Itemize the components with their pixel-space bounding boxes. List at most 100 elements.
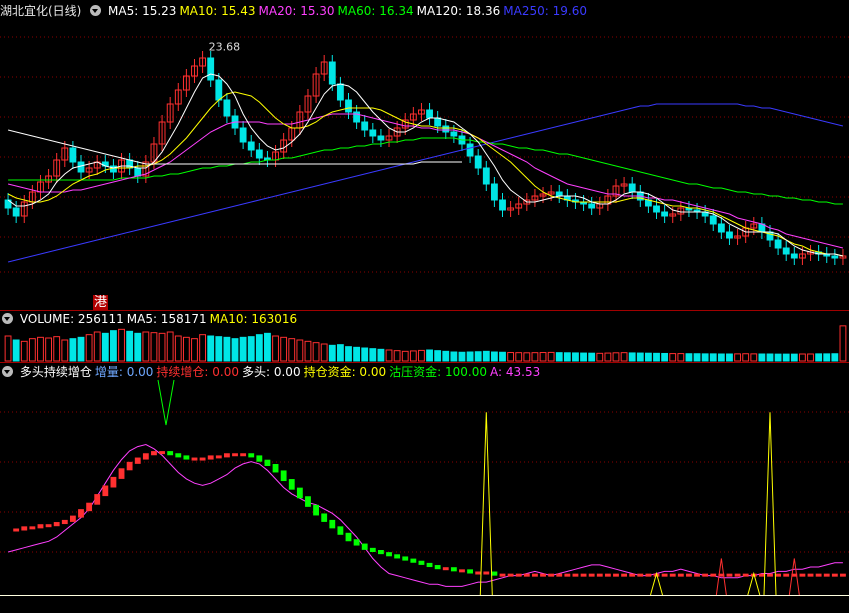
stock-name[interactable]: 湖北宜化(日线) bbox=[0, 4, 81, 18]
indicator-label-4: 持仓资金: 0.00 bbox=[303, 365, 387, 379]
candle-body bbox=[12, 207, 20, 217]
candle-body bbox=[434, 117, 442, 127]
candle-body bbox=[345, 99, 352, 113]
indicator-bar bbox=[831, 573, 838, 577]
volume-bar bbox=[636, 352, 644, 362]
indicator-header: 多头持续增仓 增量: 0.00 持续增仓: 0.00 多头: 0.00 持仓资金: 0.… bbox=[0, 364, 546, 380]
indicator-bar bbox=[215, 455, 222, 459]
indicator-bar bbox=[669, 573, 676, 577]
volume-bar bbox=[182, 336, 190, 362]
candle-body bbox=[134, 167, 142, 177]
volume-bar bbox=[369, 348, 377, 362]
volume-bar bbox=[426, 349, 433, 362]
dropdown-icon[interactable] bbox=[2, 313, 13, 324]
indicator-bar bbox=[37, 524, 44, 529]
signal-spike-red bbox=[788, 558, 800, 596]
dropdown-icon[interactable] bbox=[2, 366, 13, 377]
volume-bar bbox=[85, 334, 93, 362]
volume-bar bbox=[499, 351, 506, 362]
indicator-bar bbox=[329, 519, 336, 529]
indicator-bar bbox=[677, 573, 684, 577]
signal-spike-yellow bbox=[650, 571, 663, 596]
volume-bar bbox=[247, 336, 255, 362]
indicator-bar bbox=[159, 451, 165, 455]
indicator-bar bbox=[183, 455, 190, 460]
indicator-bar bbox=[442, 567, 449, 571]
indicator-bar bbox=[240, 453, 247, 457]
candle-body bbox=[426, 109, 433, 119]
indicator-bar bbox=[134, 457, 141, 464]
indicator-bar bbox=[94, 494, 101, 505]
indicator-bar bbox=[532, 573, 538, 577]
volume-bar bbox=[320, 343, 328, 362]
volume-bar bbox=[588, 352, 596, 362]
volume-bar bbox=[466, 351, 474, 362]
indicator-bar bbox=[61, 519, 68, 525]
ma-label-4: MA120: 18.36 bbox=[416, 4, 501, 18]
indicator-label-0: 多头持续增仓 bbox=[19, 365, 92, 379]
volume-bar bbox=[296, 339, 304, 362]
indicator-bar bbox=[515, 573, 522, 577]
indicator-bar bbox=[175, 453, 182, 458]
volume-label-2: MA10: 163016 bbox=[209, 312, 298, 326]
indicator-bar bbox=[767, 573, 773, 577]
ma60-line bbox=[8, 137, 843, 205]
candle-body bbox=[255, 149, 263, 159]
signal-spike-yellow bbox=[763, 412, 777, 596]
ma-label-5: MA250: 19.60 bbox=[503, 4, 587, 18]
candle-body bbox=[239, 127, 247, 143]
candle-body bbox=[466, 143, 474, 157]
indicator-label-1: 增量: 0.00 bbox=[94, 365, 154, 379]
indicator-bar bbox=[613, 573, 619, 577]
volume-bar bbox=[37, 336, 44, 362]
dropdown-icon[interactable] bbox=[90, 5, 102, 16]
volume-bar bbox=[12, 339, 20, 362]
candle-body bbox=[588, 203, 596, 209]
candle-body bbox=[499, 199, 506, 211]
volume-bar bbox=[653, 352, 660, 362]
volume-bar bbox=[442, 350, 450, 362]
indicator-bar bbox=[799, 573, 806, 577]
volume-bar bbox=[69, 338, 77, 362]
volume-bar bbox=[474, 351, 482, 362]
candle-body bbox=[207, 57, 215, 81]
candle-body bbox=[69, 147, 77, 163]
signal-dip bbox=[157, 379, 175, 426]
indicator-bar bbox=[499, 573, 506, 577]
volume-bar bbox=[612, 352, 620, 362]
indicator-bar bbox=[450, 567, 457, 572]
indicator-bar bbox=[410, 558, 417, 563]
volume-bar bbox=[669, 353, 677, 362]
indicator-bar bbox=[305, 496, 311, 507]
indicator-bar bbox=[69, 515, 76, 522]
volume-bar bbox=[174, 335, 182, 362]
volume-bar bbox=[101, 332, 109, 362]
volume-bar bbox=[515, 352, 523, 362]
volume-bar bbox=[215, 336, 223, 362]
volume-bar bbox=[312, 342, 320, 362]
indicator-bar bbox=[394, 554, 401, 559]
indicator-bar bbox=[572, 573, 579, 577]
volume-bar bbox=[409, 350, 417, 362]
volume-bar bbox=[709, 353, 717, 362]
volume-bar bbox=[523, 352, 531, 362]
indicator-bar bbox=[199, 457, 206, 461]
volume-bar bbox=[555, 352, 563, 362]
indicator-label-3: 多头: 0.00 bbox=[242, 365, 301, 379]
candle-body bbox=[555, 191, 563, 197]
indicator-bar bbox=[353, 539, 360, 546]
indicator-bar bbox=[434, 565, 441, 570]
volume-bar bbox=[620, 352, 628, 362]
volume-bar bbox=[782, 353, 790, 362]
volume-bar bbox=[61, 339, 69, 362]
indicator-bar bbox=[742, 573, 749, 577]
indicator-label-2: 持续增仓: 0.00 bbox=[156, 365, 239, 379]
volume-bar bbox=[815, 353, 823, 362]
volume-bar bbox=[353, 346, 361, 362]
candle-body bbox=[774, 239, 782, 249]
signal-spike-yellow bbox=[747, 571, 761, 596]
volume-bar bbox=[377, 348, 385, 362]
candle-body bbox=[369, 129, 377, 137]
volume-bar bbox=[685, 353, 693, 362]
indicator-bar bbox=[604, 573, 611, 577]
